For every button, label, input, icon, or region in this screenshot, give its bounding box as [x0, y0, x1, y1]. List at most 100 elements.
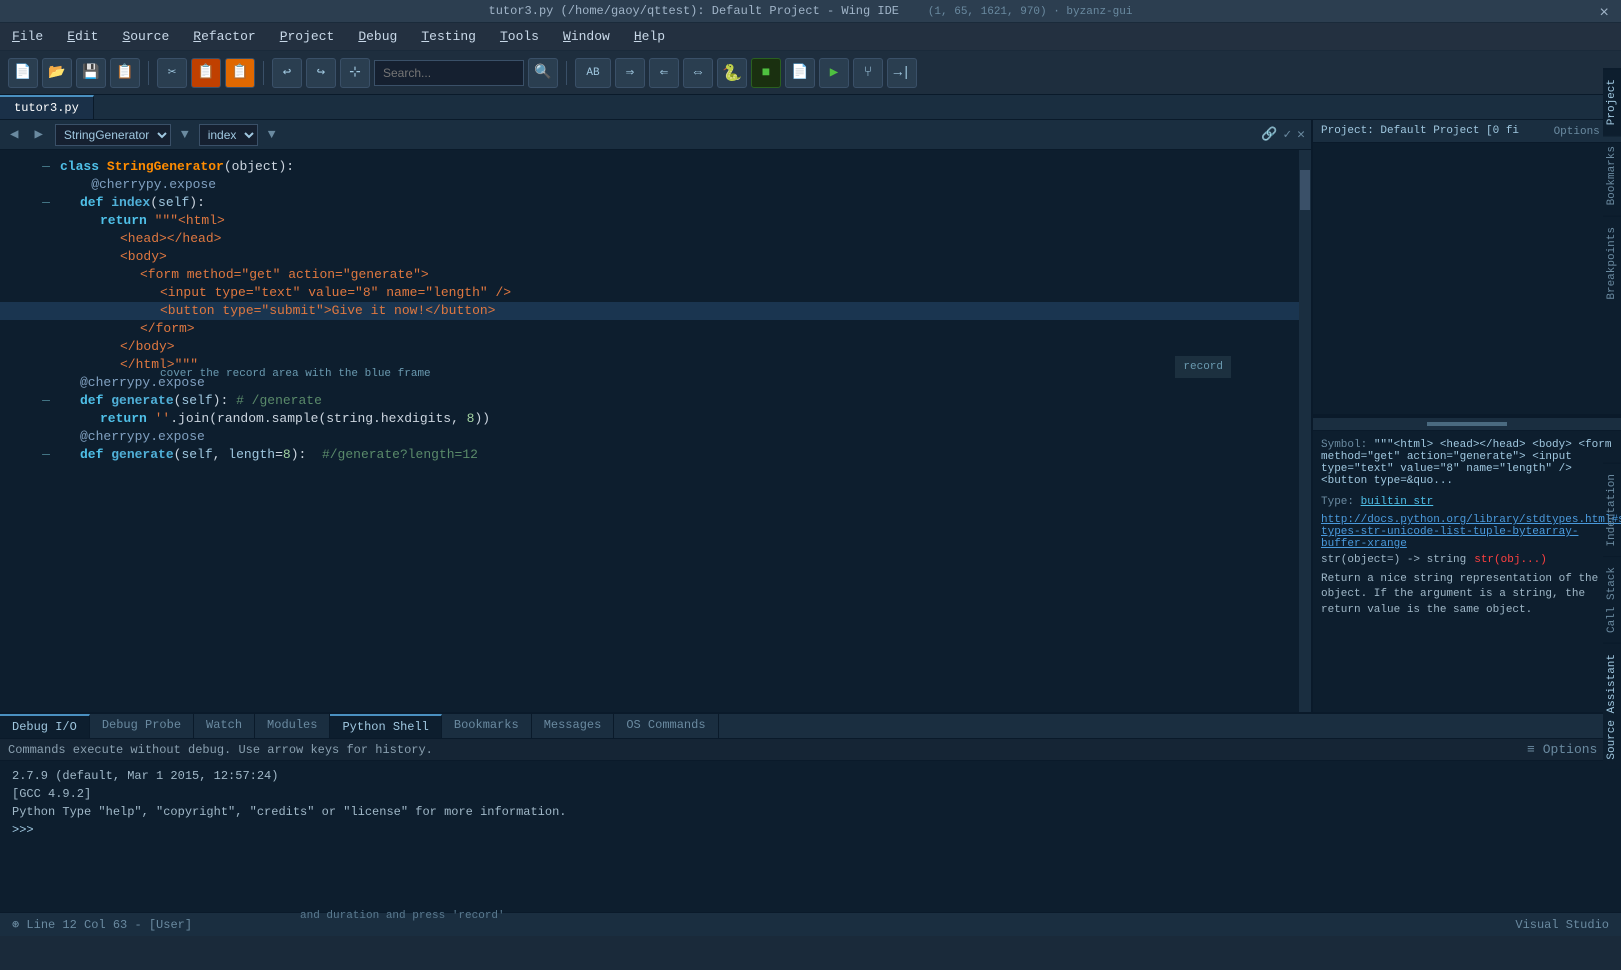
save-button[interactable]: 💾 [76, 58, 106, 88]
bottom-toolbar-icon[interactable]: ≡ [1527, 742, 1535, 757]
menu-help[interactable]: Help [630, 27, 669, 46]
shell-line-2: [GCC 4.9.2] [12, 785, 1609, 803]
menu-tools[interactable]: Tools [496, 27, 543, 46]
source-type-value[interactable]: builtin str [1361, 496, 1434, 508]
right-panel-top: Project: Default Project [0 fi Options ▾… [1313, 120, 1621, 416]
sep2 [263, 61, 264, 85]
step-button[interactable]: →| [887, 58, 917, 88]
file-tab-tutor3[interactable]: tutor3.py [0, 95, 94, 119]
new-file-button[interactable]: 📄 [8, 58, 38, 88]
save-as-button[interactable]: 📋 [110, 58, 140, 88]
main-layout: ◀ ▶ StringGenerator ▼ index ▼ 🔗 ✓ ✕ [0, 120, 1621, 712]
code-line: — def generate(self): # /generate [0, 392, 1311, 410]
code-line: <body> [0, 248, 1311, 266]
shell-prompt-line[interactable]: >>> [12, 821, 1609, 839]
play-button[interactable]: ▶ [819, 58, 849, 88]
menu-window[interactable]: Window [559, 27, 614, 46]
vtab-project[interactable]: Project [1603, 68, 1621, 135]
tab-modules[interactable]: Modules [255, 714, 330, 738]
tab-watch[interactable]: Watch [194, 714, 255, 738]
menu-source[interactable]: Source [118, 27, 173, 46]
run-button[interactable]: ■ [751, 58, 781, 88]
close-button[interactable]: × [1599, 4, 1609, 22]
menu-project[interactable]: Project [276, 27, 339, 46]
outdent-button[interactable]: ⇐ [649, 58, 679, 88]
code-line-highlighted: <button type="submit">Give it now!</butt… [0, 302, 1311, 320]
code-area[interactable]: — class StringGenerator(object): @cherry… [0, 150, 1311, 712]
doc-button[interactable]: 📄 [785, 58, 815, 88]
scrollbar[interactable] [1299, 150, 1311, 712]
code-line: @cherrypy.expose [0, 176, 1311, 194]
cut-button[interactable]: ✂ [157, 58, 187, 88]
code-line: @cherrypy.expose [0, 374, 1311, 392]
code-line: <form method="get" action="generate"> [0, 266, 1311, 284]
source-link[interactable]: http://docs.python.org/library/stdtypes.… [1321, 514, 1613, 550]
redo-button[interactable]: ↪ [306, 58, 336, 88]
tab-messages[interactable]: Messages [532, 714, 615, 738]
tab-debug-probe[interactable]: Debug Probe [90, 714, 194, 738]
right-panel: Project: Default Project [0 fi Options ▾… [1311, 120, 1621, 712]
copy-button[interactable]: 📋 [191, 58, 221, 88]
code-line: return ''.join(random.sample(string.hexd… [0, 410, 1311, 428]
str-method-link[interactable]: str(obj...) [1474, 554, 1547, 566]
tab-python-shell[interactable]: Python Shell [330, 714, 441, 738]
code-line: — def generate(self, length=8): #/genera… [0, 446, 1311, 464]
nav-forward-arrow[interactable]: ▶ [30, 126, 46, 143]
menu-edit[interactable]: Edit [63, 27, 102, 46]
tab-bookmarks[interactable]: Bookmarks [442, 714, 532, 738]
class-dropdown[interactable]: StringGenerator [55, 124, 171, 146]
shell-input[interactable] [45, 823, 1602, 837]
scrollbar-thumb[interactable] [1300, 170, 1310, 210]
editor-container: ◀ ▶ StringGenerator ▼ index ▼ 🔗 ✓ ✕ [0, 120, 1311, 712]
title-bar: tutor3.py (/home/gaoy/qttest): Default P… [0, 0, 1621, 23]
scroll-indicator [1427, 422, 1507, 426]
vtab-breakpoints[interactable]: Breakpoints [1603, 216, 1621, 310]
project-panel-title: Project: Default Project [0 fi [1321, 125, 1519, 137]
code-line: return """<html> [0, 212, 1311, 230]
nav-back-arrow[interactable]: ◀ [6, 126, 22, 143]
str-method: str(object=) -> string [1321, 554, 1466, 566]
open-file-button[interactable]: 📂 [42, 58, 72, 88]
scroll-bar-indicator [1427, 422, 1507, 426]
vtab-source-assistant[interactable]: Source Assistant [1603, 643, 1621, 770]
source-symbol: Symbol: """<html> <head></head> <body> <… [1321, 439, 1613, 487]
project-content [1313, 143, 1621, 414]
menu-file[interactable]: File [8, 27, 47, 46]
source-description: Return a nice string representation of t… [1321, 572, 1613, 618]
menu-testing[interactable]: Testing [417, 27, 480, 46]
window-title: tutor3.py (/home/gaoy/qttest): Default P… [489, 4, 899, 18]
vtab-bookmarks[interactable]: Bookmarks [1603, 135, 1621, 215]
indent-button[interactable]: ⇒ [615, 58, 645, 88]
editor-icon-1[interactable]: 🔗 [1261, 127, 1277, 142]
sep3 [566, 61, 567, 85]
bottom-toolbar: Commands execute without debug. Use arro… [0, 739, 1621, 761]
select-button[interactable]: ⊹ [340, 58, 370, 88]
wrap-button[interactable]: ⇔ [683, 58, 713, 88]
paste-button[interactable]: 📋 [225, 58, 255, 88]
editor-close[interactable]: ✕ [1297, 127, 1305, 142]
menu-bar: File Edit Source Refactor Project Debug … [0, 23, 1621, 51]
shell-prompt: >>> [12, 823, 34, 837]
editor-toolbar: ◀ ▶ StringGenerator ▼ index ▼ 🔗 ✓ ✕ [0, 120, 1311, 150]
ab-button[interactable]: AB [575, 58, 611, 88]
code-line: — def index(self): [0, 194, 1311, 212]
menu-refactor[interactable]: Refactor [189, 27, 259, 46]
python-button[interactable]: 🐍 [717, 58, 747, 88]
menu-debug[interactable]: Debug [354, 27, 401, 46]
branch-button[interactable]: ⑂ [853, 58, 883, 88]
right-vtabs-bottom: Indentation Call Stack Source Assistant [1603, 463, 1621, 770]
right-vtabs: Project Bookmarks Breakpoints [1603, 68, 1621, 309]
vtab-indentation[interactable]: Indentation [1603, 463, 1621, 557]
editor-icon-2[interactable]: ✓ [1283, 127, 1291, 142]
undo-button[interactable]: ↩ [272, 58, 302, 88]
search-go-button[interactable]: 🔍 [528, 58, 558, 88]
right-panel-bottom: Symbol: """<html> <head></head> <body> <… [1313, 416, 1621, 712]
status-right: Visual Studio [1515, 918, 1609, 932]
tab-debug-io[interactable]: Debug I/O [0, 714, 90, 738]
search-input[interactable] [374, 60, 524, 86]
vtab-callstack[interactable]: Call Stack [1603, 556, 1621, 643]
tab-os-commands[interactable]: OS Commands [614, 714, 718, 738]
toolbar: 📄 📂 💾 📋 ✂ 📋 📋 ↩ ↪ ⊹ 🔍 AB ⇒ ⇐ ⇔ 🐍 ■ 📄 ▶ ⑂… [0, 51, 1621, 95]
method-dropdown[interactable]: index [199, 124, 258, 146]
bottom-toolbar-label: Commands execute without debug. Use arro… [8, 743, 433, 757]
